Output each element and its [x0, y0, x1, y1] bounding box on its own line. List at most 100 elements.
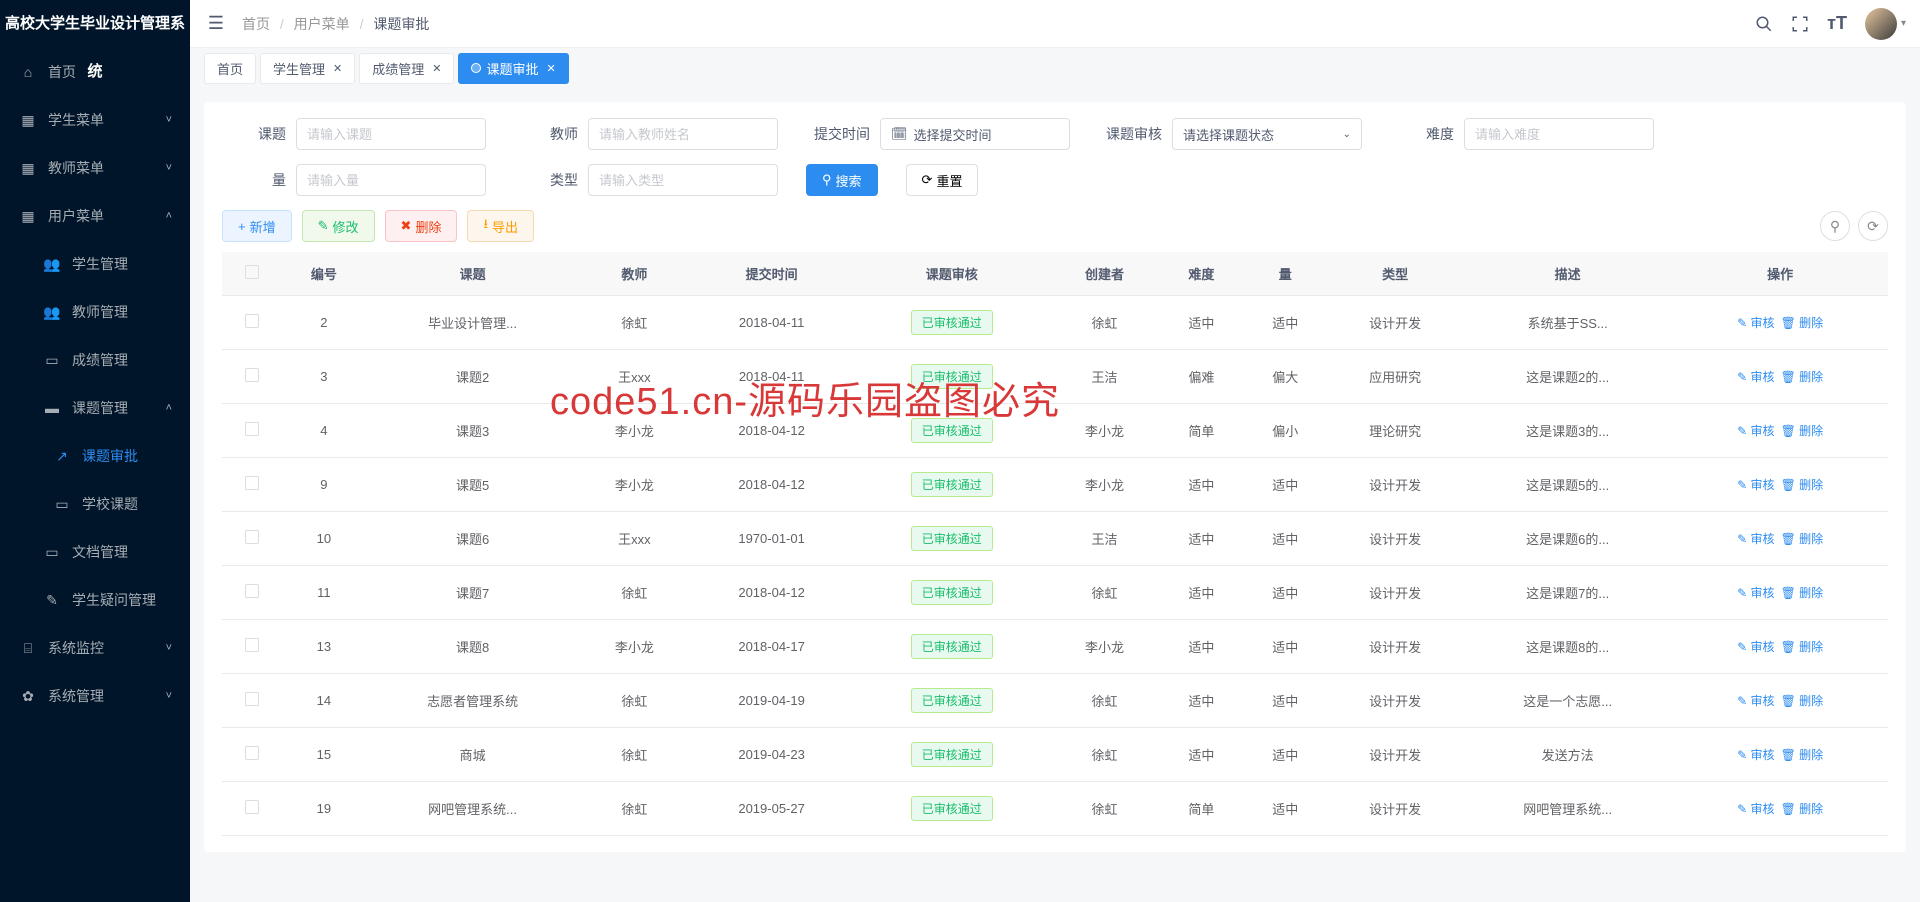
- close-icon[interactable]: ✕: [432, 62, 441, 75]
- row-delete-link[interactable]: 🗑 删除: [1781, 424, 1824, 438]
- row-audit-link[interactable]: ✎ 审核: [1737, 694, 1774, 708]
- row-checkbox[interactable]: [245, 314, 259, 328]
- sidebar-item-首页[interactable]: ⌂首页: [0, 48, 190, 96]
- row-checkbox[interactable]: [245, 800, 259, 814]
- breadcrumb-current: 课题审批: [373, 16, 429, 32]
- menu-icon: ▦: [20, 208, 36, 225]
- row-delete-link[interactable]: 🗑 删除: [1781, 316, 1824, 330]
- row-delete-link[interactable]: 🗑 删除: [1781, 640, 1824, 654]
- sidebar-item-课题管理[interactable]: ▬课题管理˄: [0, 384, 190, 432]
- tab-成绩管理[interactable]: 成绩管理✕: [359, 53, 454, 84]
- calendar-icon: 🗓: [891, 126, 908, 142]
- filter-difficulty-input[interactable]: [1464, 118, 1654, 150]
- sidebar-item-系统管理[interactable]: ✿系统管理˅: [0, 672, 190, 720]
- sidebar-item-系统监控[interactable]: ⌸系统监控˅: [0, 624, 190, 672]
- cell-amount: 偏大: [1243, 350, 1327, 404]
- fullscreen-icon[interactable]: [1791, 15, 1809, 33]
- search-toggle-button[interactable]: ⚲: [1820, 211, 1850, 241]
- row-checkbox[interactable]: [245, 692, 259, 706]
- cell-type: 设计开发: [1327, 512, 1463, 566]
- row-audit-link[interactable]: ✎ 审核: [1737, 532, 1774, 546]
- chevron-icon: ˄: [166, 210, 172, 222]
- tab-学生管理[interactable]: 学生管理✕: [260, 53, 355, 84]
- sidebar-item-课题审批[interactable]: ↗课题审批: [0, 432, 190, 480]
- row-audit-link[interactable]: ✎ 审核: [1737, 370, 1774, 384]
- sidebar-item-教师菜单[interactable]: ▦教师菜单˅: [0, 144, 190, 192]
- chevron-icon: ˅: [166, 162, 172, 174]
- filter-review-select[interactable]: 请选择课题状态⌄: [1172, 118, 1362, 150]
- row-delete-link[interactable]: 🗑 删除: [1781, 478, 1824, 492]
- row-audit-link[interactable]: ✎ 审核: [1737, 424, 1774, 438]
- row-checkbox[interactable]: [245, 746, 259, 760]
- row-checkbox[interactable]: [245, 530, 259, 544]
- edit-button[interactable]: ✎修改: [302, 210, 375, 242]
- tab-label: 首页: [217, 59, 243, 78]
- checkbox-all[interactable]: [245, 265, 259, 279]
- row-delete-link[interactable]: 🗑 删除: [1781, 586, 1824, 600]
- row-audit-link[interactable]: ✎ 审核: [1737, 802, 1774, 816]
- row-delete-link[interactable]: 🗑 删除: [1781, 802, 1824, 816]
- close-icon[interactable]: ✕: [547, 62, 556, 75]
- filter-teacher-input[interactable]: [588, 118, 778, 150]
- cell-diff: 适中: [1159, 620, 1243, 674]
- filter-amount-input[interactable]: [296, 164, 486, 196]
- row-delete-link[interactable]: 🗑 删除: [1781, 748, 1824, 762]
- cell-topic: 毕业设计管理...: [366, 296, 580, 350]
- filter-topic-input[interactable]: [296, 118, 486, 150]
- delete-button[interactable]: ✖删除: [385, 210, 458, 242]
- refresh-button[interactable]: ⟳: [1858, 211, 1888, 241]
- cell-time: 2018-04-12: [689, 404, 854, 458]
- cell-creator: 李小龙: [1050, 620, 1160, 674]
- tab-课题审批[interactable]: 课题审批✕: [458, 53, 568, 84]
- cell-amount: 适中: [1243, 458, 1327, 512]
- user-menu[interactable]: ▾: [1865, 8, 1906, 40]
- row-audit-link[interactable]: ✎ 审核: [1737, 316, 1774, 330]
- row-audit-link[interactable]: ✎ 审核: [1737, 748, 1774, 762]
- row-checkbox[interactable]: [245, 476, 259, 490]
- font-size-icon[interactable]: ᴛT: [1827, 13, 1847, 34]
- cell-type: 设计开发: [1327, 620, 1463, 674]
- row-audit-link[interactable]: ✎ 审核: [1737, 478, 1774, 492]
- row-delete-link[interactable]: 🗑 删除: [1781, 370, 1824, 384]
- breadcrumb-mid[interactable]: 用户菜单: [294, 16, 350, 32]
- filter-type-input[interactable]: [588, 164, 778, 196]
- export-button[interactable]: ⭳导出: [467, 210, 534, 242]
- row-checkbox[interactable]: [245, 638, 259, 652]
- menu-label: 用户菜单: [48, 206, 104, 226]
- row-checkbox[interactable]: [245, 422, 259, 436]
- filter-topic-label: 课题: [222, 124, 286, 144]
- cell-status: 已审核通过: [854, 782, 1050, 836]
- sidebar-item-学校课题[interactable]: ▭学校课题: [0, 480, 190, 528]
- add-button[interactable]: +新增: [222, 210, 292, 242]
- close-icon[interactable]: ✕: [333, 62, 342, 75]
- row-audit-link[interactable]: ✎ 审核: [1737, 640, 1774, 654]
- refresh-icon: ⟳: [922, 172, 933, 188]
- cell-desc: 系统基于SS...: [1463, 296, 1672, 350]
- breadcrumb-home[interactable]: 首页: [242, 16, 270, 32]
- filter-time-input[interactable]: 🗓选择提交时间: [880, 118, 1070, 150]
- sidebar-item-学生管理[interactable]: 👥学生管理: [0, 240, 190, 288]
- cell-amount: 适中: [1243, 566, 1327, 620]
- menu-label: 系统管理: [48, 686, 104, 706]
- row-checkbox[interactable]: [245, 368, 259, 382]
- row-audit-link[interactable]: ✎ 审核: [1737, 586, 1774, 600]
- hamburger-icon[interactable]: ☰: [204, 12, 228, 36]
- avatar: [1865, 8, 1897, 40]
- sidebar-item-用户菜单[interactable]: ▦ 用户菜单 ˄: [0, 192, 190, 240]
- row-delete-link[interactable]: 🗑 删除: [1781, 532, 1824, 546]
- row-checkbox[interactable]: [245, 584, 259, 598]
- sidebar-item-成绩管理[interactable]: ▭成绩管理: [0, 336, 190, 384]
- search-button[interactable]: ⚲搜索: [806, 164, 878, 196]
- search-icon[interactable]: [1755, 15, 1773, 33]
- chevron-icon: ˅: [166, 642, 172, 654]
- tab-首页[interactable]: 首页: [204, 53, 256, 84]
- cell-topic: 志愿者管理系统: [366, 674, 580, 728]
- row-delete-link[interactable]: 🗑 删除: [1781, 694, 1824, 708]
- reset-button[interactable]: ⟳重置: [906, 164, 979, 196]
- sidebar-item-学生疑问管理[interactable]: ✎学生疑问管理: [0, 576, 190, 624]
- cell-creator: 徐虹: [1050, 566, 1160, 620]
- cell-teacher: 徐虹: [579, 296, 689, 350]
- sidebar-item-文档管理[interactable]: ▭文档管理: [0, 528, 190, 576]
- sidebar-item-教师管理[interactable]: 👥教师管理: [0, 288, 190, 336]
- sidebar-item-学生菜单[interactable]: ▦学生菜单˅: [0, 96, 190, 144]
